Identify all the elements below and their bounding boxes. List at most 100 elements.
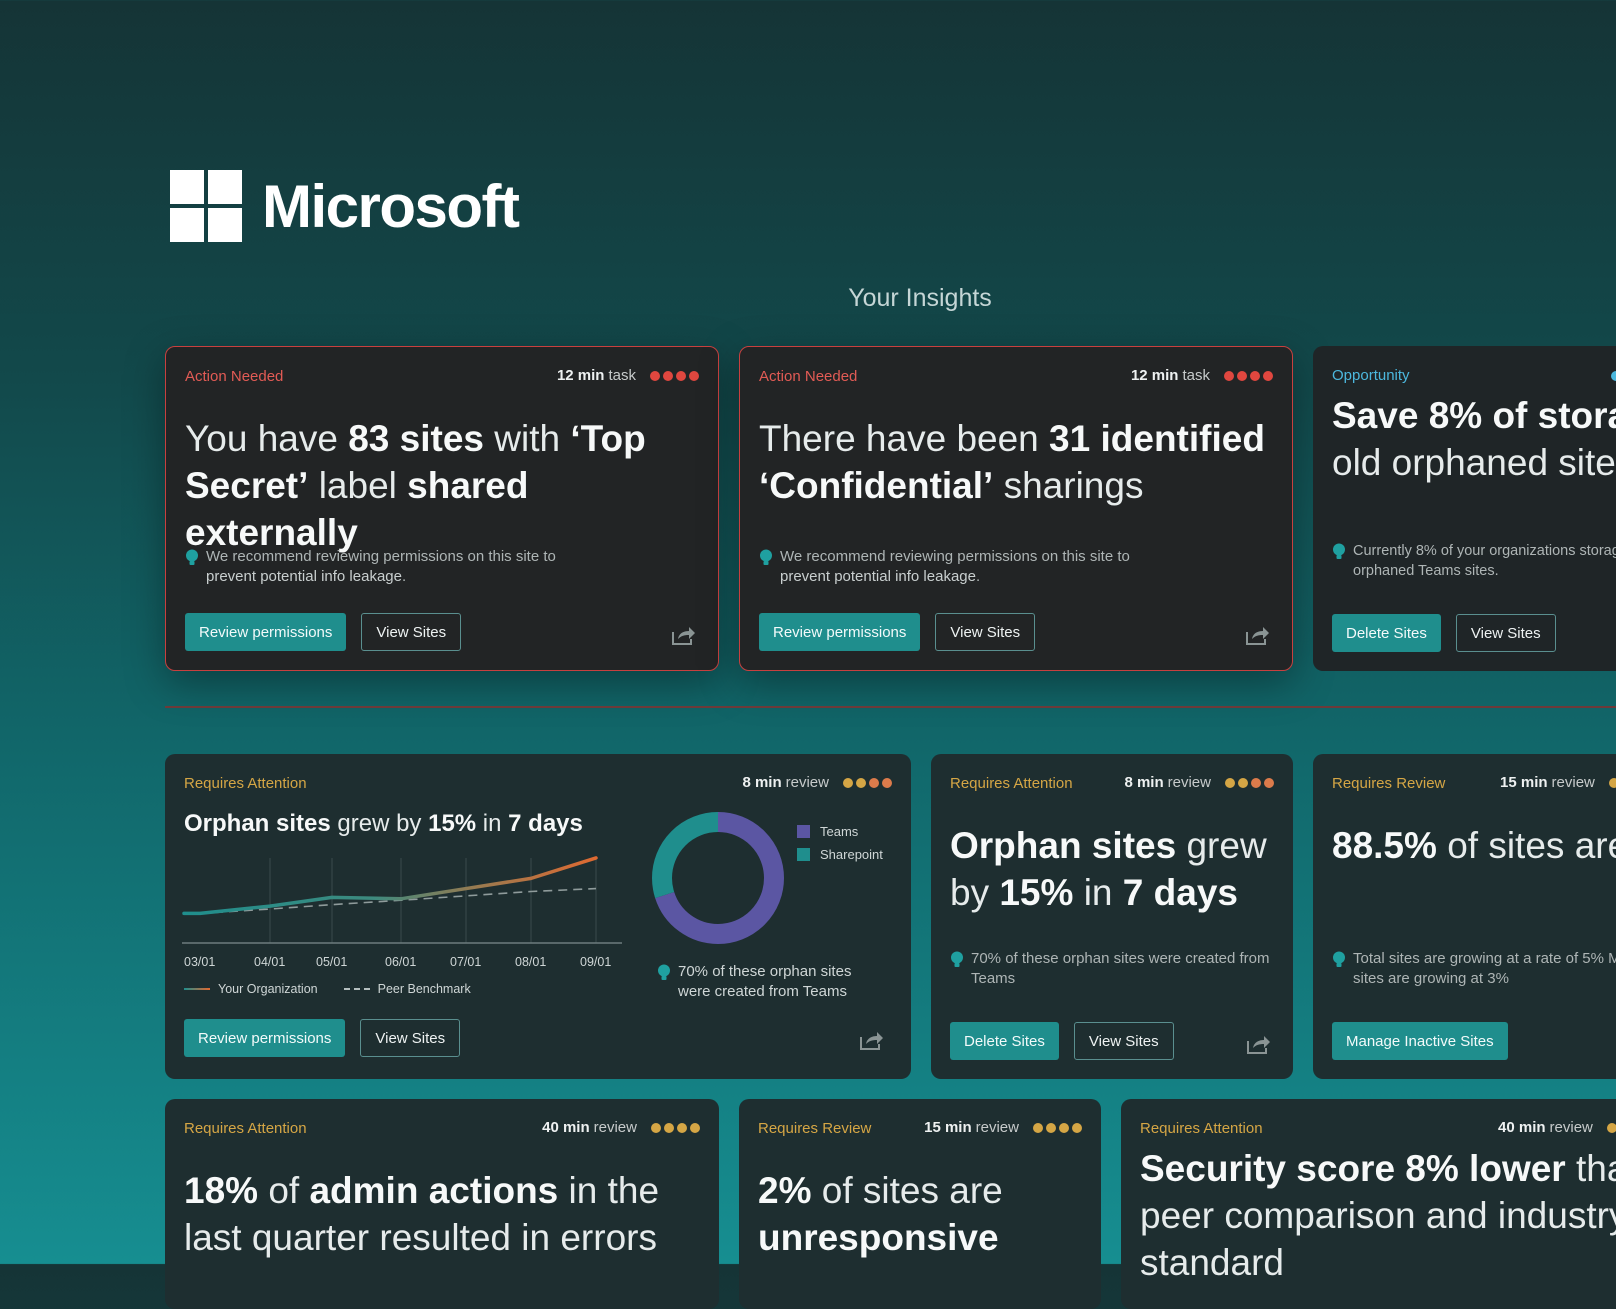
insight-card-storage: Opportunity Save 8% of storage by deleti… [1313,346,1616,671]
lightbulb-icon [186,549,198,565]
severity-dots [1225,777,1274,788]
severity-dots [1608,777,1616,788]
x-tick-label: 06/01 [385,955,417,969]
card-category: Requires Attention [184,1120,307,1137]
x-tick-label: 04/01 [254,955,286,969]
card-headline: There have been 31 identified ‘Confident… [759,418,1265,506]
card-headline: You have 83 sites with ‘Top Secret’ labe… [185,418,646,553]
card-time: 15 min [1500,774,1548,791]
legend-label-sharepoint: Sharepoint [820,847,883,862]
legend-label-your-organization: Your Organization [218,982,318,996]
card-category: Action Needed [759,368,858,385]
donut-legend: Teams Sharepoint [797,824,883,870]
card-recommendation: Total sites are growing at a rate of 5% … [1332,949,1616,989]
card-category: Requires Attention [184,775,307,792]
legend-swatch-peer-benchmark [343,988,370,990]
card-meta: 40 min review [542,1119,700,1136]
card-headline: Orphan sites grew by 15% in 7 days [950,825,1267,913]
chart-recommendation: 70% of these orphan sites were created f… [657,962,867,1002]
legend-swatch-sharepoint [797,848,810,861]
x-tick-label: 09/01 [580,955,612,969]
lightbulb-icon [658,964,670,980]
card-meta: 15 min review [1500,774,1616,791]
lightbulb-icon [760,549,772,565]
card-time: 40 min [542,1119,590,1136]
insight-card-inactive-sites: Requires Review 15 min review 88.5% of si… [1313,754,1616,1079]
card-headline: 88.5% of sites are inactive [1332,825,1616,866]
view-sites-button[interactable]: View Sites [1455,614,1556,652]
card-time-unit: review [785,774,829,791]
card-category: Action Needed [185,368,284,385]
card-time-unit: review [593,1119,637,1136]
card-headline: 18% of admin actions in the last quarter… [184,1170,660,1258]
card-time-unit: review [1551,774,1595,791]
orphan-sites-donut-chart [652,812,784,944]
card-meta: 15 min review [924,1119,1082,1136]
card-time-unit: review [1167,774,1211,791]
card-recommendation: Currently 8% of your organizations stora… [1332,541,1616,581]
view-sites-button[interactable]: View Sites [361,613,462,651]
card-time: 15 min [924,1119,972,1136]
card-time-unit: review [1549,1119,1593,1136]
review-permissions-button[interactable]: Review permissions [184,1019,346,1057]
share-icon[interactable] [858,1029,884,1051]
insight-card-admin-errors: Requires Attention 40 min review 18% of a… [165,1099,719,1309]
card-headline: Security score 8% lower than peer compar… [1140,1148,1616,1283]
review-permissions-button[interactable]: Review permissions [759,613,921,651]
x-tick-label: 05/01 [316,955,348,969]
severity-dots [650,370,699,381]
insight-card-security-score: Requires Attention 40 min review Security… [1121,1099,1616,1309]
x-tick-label: 08/01 [515,955,547,969]
card-time: 8 min [1124,774,1164,791]
legend-swatch-your-organization [184,988,210,990]
lightbulb-icon [951,951,963,967]
page-title: Your Insights [848,284,992,312]
severity-dot [1611,371,1616,381]
card-time: 8 min [742,774,782,791]
card-recommendation: We recommend reviewing permissions on th… [759,547,1149,587]
share-icon[interactable] [1244,624,1270,646]
x-tick-label: 03/01 [184,955,216,969]
severity-dots [1033,1122,1082,1133]
severity-dots [1224,370,1273,381]
review-permissions-button[interactable]: Review permissions [185,613,347,651]
share-icon[interactable] [1245,1033,1271,1055]
card-time: 40 min [1498,1119,1546,1136]
card-recommendation: 70% of these orphan sites were created f… [950,949,1277,989]
severity-dots [1606,1122,1616,1133]
card-time: 12 min [556,367,605,384]
card-meta: 12 min task [557,367,699,384]
view-sites-button[interactable]: View Sites [1073,1022,1174,1060]
card-meta: 12 min task [1131,367,1273,384]
card-recommendation: We recommend reviewing permissions on th… [185,547,575,587]
manage-inactive-sites-button[interactable]: Manage Inactive Sites [1332,1022,1508,1060]
card-category: Requires Review [758,1120,872,1137]
view-sites-button[interactable]: View Sites [935,613,1036,651]
lightbulb-icon [1333,543,1345,559]
brand-name: Microsoft [262,172,520,240]
card-category: Requires Attention [950,775,1073,792]
insight-card-top-secret: Action Needed 12 min task You have 83 sit… [165,346,719,671]
microsoft-logo: Microsoft [170,170,520,242]
insight-card-unresponsive: Requires Review 15 min review 2% of sites… [739,1099,1101,1309]
chart-legend: Your Organization Peer Benchmark [184,982,471,996]
card-meta: 8 min review [742,774,892,791]
section-divider [165,706,1616,708]
card-category: Requires Attention [1140,1120,1263,1137]
view-sites-button[interactable]: View Sites [360,1019,461,1057]
delete-sites-button[interactable]: Delete Sites [1332,614,1441,652]
delete-sites-button[interactable]: Delete Sites [950,1022,1059,1060]
severity-dots [843,777,892,788]
legend-label-teams: Teams [820,824,859,839]
legend-swatch-teams [797,825,810,838]
microsoft-logo-icon [170,170,242,242]
severity-dots [651,1122,700,1133]
insight-card-confidential: Action Needed 12 min task There have been… [739,346,1293,671]
card-headline: Orphan sites grew by 15% in 7 days [184,810,583,837]
card-headline: 2% of sites are unresponsive [758,1170,1003,1258]
insight-card-orphan-growth: Requires Attention 8 min review Orphan si… [931,754,1293,1079]
card-time: 12 min [1130,367,1179,384]
share-icon[interactable] [670,624,696,646]
card-category: Requires Review [1332,775,1446,792]
card-time-unit: task [608,367,636,384]
